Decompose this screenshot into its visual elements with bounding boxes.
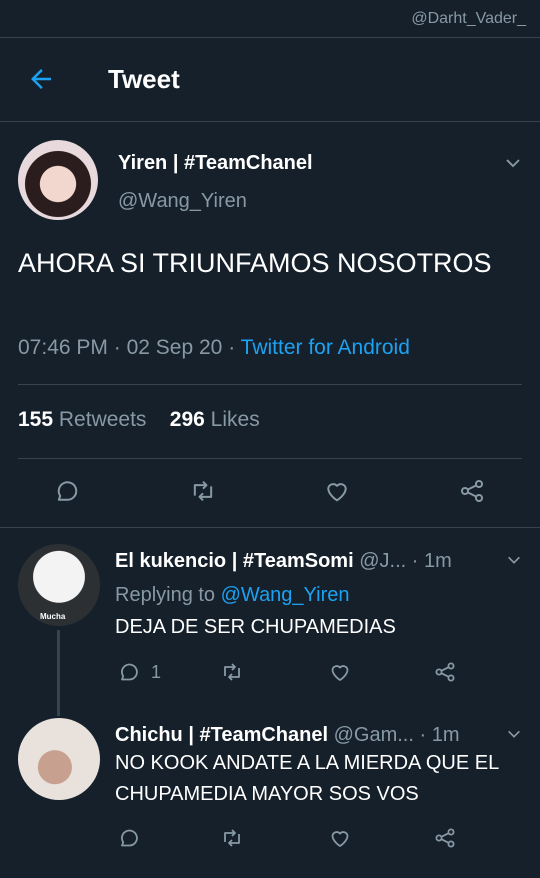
tweet-author-name[interactable]: Yiren | #TeamChanel — [118, 152, 313, 175]
back-arrow-icon[interactable] — [26, 64, 56, 94]
reply-author-handle[interactable]: @J... — [359, 550, 406, 572]
retweets-label[interactable]: Retweets — [59, 408, 147, 431]
retweet-icon — [193, 480, 213, 502]
reply-text: DEJA DE SER CHUPAMEDIAS — [115, 616, 396, 638]
share-icon — [435, 662, 455, 682]
meta-separator: · — [113, 336, 121, 359]
reply-author-handle[interactable]: @Gam... — [334, 724, 414, 746]
reply-tweet[interactable]: Chichu | #TeamChanel @Gam... · 1m NO KOO… — [0, 718, 540, 878]
reply-icon — [57, 481, 78, 501]
tweet-author-handle[interactable]: @Wang_Yiren — [118, 190, 247, 213]
tweet-source-link[interactable]: Twitter for Android — [241, 336, 410, 359]
share-button[interactable] — [433, 824, 457, 852]
like-icon — [331, 831, 349, 847]
meta-separator: · — [419, 724, 427, 746]
reply-header: Chichu | #TeamChanel @Gam... · 1m — [115, 724, 490, 747]
share-icon — [435, 828, 455, 848]
reply-text: NO KOOK ANDATE A LA MIERDA QUE EL CHUPAM… — [115, 752, 499, 805]
reply-button[interactable]: 1 — [117, 658, 161, 686]
main-tweet: Yiren | #TeamChanel @Wang_Yiren AHORA SI… — [0, 124, 540, 528]
reply-author-name[interactable]: Chichu | #TeamChanel — [115, 724, 328, 746]
divider — [18, 384, 522, 385]
replying-prefix: Replying to — [115, 584, 216, 606]
tweet-date: 02 Sep 20 — [126, 336, 223, 359]
reply-actions — [115, 824, 515, 852]
watermark: @Darht_Vader_ — [411, 10, 526, 27]
retweet-button[interactable] — [219, 824, 245, 852]
reply-author-name[interactable]: El kukencio | #TeamSomi — [115, 550, 354, 572]
like-button[interactable] — [328, 658, 352, 686]
avatar[interactable] — [18, 718, 100, 800]
retweet-icon — [224, 663, 240, 681]
reply-tweet[interactable]: Mucha El kukencio | #TeamSomi @J... · 1m… — [0, 544, 540, 720]
avatar[interactable]: Mucha — [18, 544, 100, 626]
reply-actions: 1 — [115, 658, 515, 686]
share-button[interactable] — [433, 658, 457, 686]
thread-line — [57, 630, 60, 716]
likes-count[interactable]: 296 — [170, 408, 205, 431]
divider — [18, 458, 522, 459]
status-bar: @Darht_Vader_ — [0, 0, 540, 38]
page-title: Tweet — [108, 64, 180, 94]
like-button[interactable] — [328, 824, 352, 852]
tweet-meta: 07:46 PM · 02 Sep 20 · Twitter for Andro… — [18, 336, 410, 360]
tweet-stats: 155 Retweets 296 Likes — [18, 408, 260, 432]
replying-to-link[interactable]: @Wang_Yiren — [221, 584, 350, 606]
reply-button[interactable] — [117, 824, 151, 852]
reply-header: El kukencio | #TeamSomi @J... · 1m — [115, 550, 490, 573]
header: Tweet — [0, 38, 540, 122]
like-icon — [327, 483, 347, 502]
tweet-text: AHORA SI TRIUNFAMOS NOSOTROS — [18, 248, 492, 278]
chevron-down-icon[interactable] — [504, 154, 522, 172]
reply-time: 1m — [424, 550, 452, 572]
meta-separator: · — [411, 550, 419, 572]
like-button[interactable] — [317, 474, 357, 508]
meta-separator: · — [228, 336, 236, 359]
reply-button[interactable] — [47, 474, 87, 508]
retweets-count[interactable]: 155 — [18, 408, 53, 431]
chevron-down-icon[interactable] — [506, 726, 522, 742]
tweet-time: 07:46 PM — [18, 336, 108, 359]
reply-icon — [121, 829, 138, 847]
chevron-down-icon[interactable] — [506, 552, 522, 568]
replying-to: Replying to @Wang_Yiren — [115, 584, 350, 607]
share-icon — [460, 479, 484, 503]
avatar-caption: Mucha — [40, 612, 66, 621]
reply-count: 1 — [151, 661, 162, 682]
reply-time: 1m — [431, 724, 460, 746]
avatar[interactable] — [18, 140, 98, 220]
retweet-button[interactable] — [219, 658, 245, 686]
like-icon — [331, 665, 349, 681]
retweet-icon — [224, 829, 240, 847]
reply-icon — [121, 663, 138, 681]
tweet-actions — [0, 474, 540, 508]
likes-label[interactable]: Likes — [211, 408, 260, 431]
share-button[interactable] — [452, 474, 492, 508]
retweet-button[interactable] — [183, 474, 223, 508]
